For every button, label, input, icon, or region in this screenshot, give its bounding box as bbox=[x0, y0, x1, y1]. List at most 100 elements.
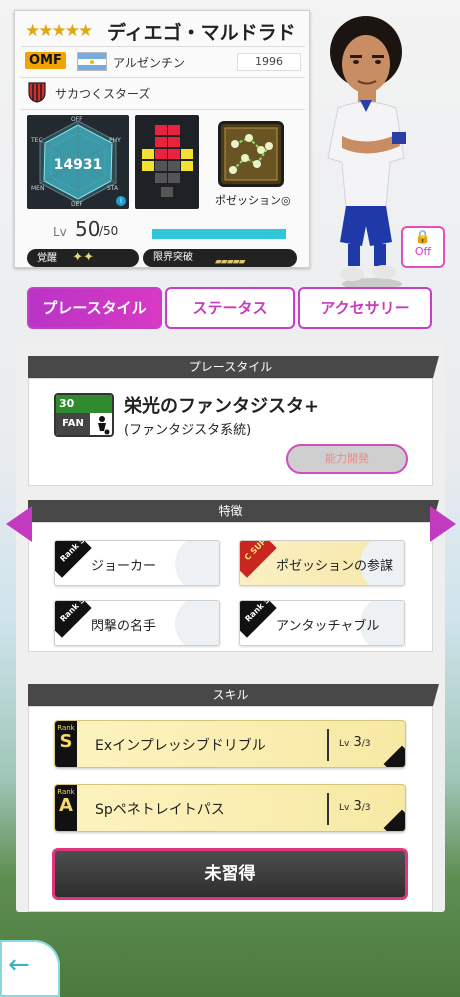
zone-cell bbox=[168, 137, 180, 147]
skill-name: Spペネトレイトパス bbox=[95, 802, 225, 818]
unlearned-button[interactable]: 未習得 bbox=[52, 848, 408, 900]
lock-toggle-label: Off bbox=[414, 245, 432, 258]
tab-status[interactable]: ステータス bbox=[165, 287, 295, 329]
player-card: ★★★★★ ディエゴ・マルドラド OMF アルゼンチン 1996 サカつくスター… bbox=[14, 10, 310, 268]
skill-level-label: Lv bbox=[339, 803, 350, 813]
team-crest-icon bbox=[28, 82, 46, 103]
zone-cell bbox=[161, 187, 173, 197]
trait-card[interactable]: Rank S 閃撃の名手 bbox=[54, 600, 220, 646]
divider bbox=[327, 793, 329, 825]
trait-card[interactable]: Rank S アンタッチャブル bbox=[239, 600, 405, 646]
skill-rank: S bbox=[59, 731, 73, 752]
play-style-fan-label: FAN bbox=[56, 413, 90, 435]
zone-cell bbox=[168, 149, 180, 159]
zone-cell bbox=[168, 125, 180, 135]
skill-level-max: /3 bbox=[361, 803, 371, 813]
diamond-icon: ✦✦ bbox=[72, 250, 94, 265]
awaken-status: 覚醒 ✦✦ bbox=[27, 249, 139, 267]
play-style-subtitle: (ファンタジスタ系統) bbox=[124, 423, 252, 438]
skill-card[interactable]: Rank A Spペネトレイトパス Lv 3/3 bbox=[54, 784, 406, 832]
nationality: アルゼンチン bbox=[113, 56, 185, 70]
argentina-flag-icon bbox=[77, 52, 107, 71]
zone-cell bbox=[155, 125, 167, 135]
skill-level: Lv 3/3 bbox=[339, 799, 371, 814]
trait-label: ジョーカー bbox=[91, 559, 157, 574]
detail-panel: プレースタイル 30 FAN 栄光のファンタジスタ+ (ファンタジスタ系統) 能… bbox=[16, 342, 445, 912]
zone-cell bbox=[155, 149, 167, 159]
trait-label: ポゼッションの参謀 bbox=[276, 559, 394, 574]
zone-cell bbox=[155, 161, 167, 171]
section-header-traits: 特徴 bbox=[28, 500, 439, 522]
zone-cell bbox=[142, 161, 154, 171]
divider bbox=[21, 109, 305, 110]
possession-tactic-icon[interactable] bbox=[218, 121, 284, 187]
ability-develop-button[interactable]: 能力開発 bbox=[286, 444, 408, 474]
player-silhouette-icon bbox=[98, 416, 110, 435]
zone-cell bbox=[168, 161, 180, 171]
corner-stripe bbox=[383, 745, 405, 767]
divider bbox=[21, 77, 305, 78]
player-name: ディエゴ・マルドラド bbox=[107, 22, 296, 44]
skill-rank-badge: Rank S bbox=[55, 721, 77, 767]
skill-level-label: Lv bbox=[339, 739, 350, 749]
birth-year: 1996 bbox=[237, 53, 301, 71]
radar-label-men: MEN bbox=[31, 185, 45, 192]
level-progress-bar bbox=[152, 229, 286, 239]
back-button[interactable]: ← bbox=[0, 940, 60, 997]
trait-card[interactable]: Rank S ジョーカー bbox=[54, 540, 220, 586]
skill-rank-badge: Rank A bbox=[55, 785, 77, 831]
next-arrow-icon[interactable] bbox=[430, 506, 456, 542]
zone-cell bbox=[155, 137, 167, 147]
tab-play-style[interactable]: プレースタイル bbox=[27, 287, 162, 329]
position-badge: OMF bbox=[25, 52, 66, 69]
divider bbox=[327, 729, 329, 761]
team-name: サカつくスターズ bbox=[55, 87, 151, 101]
skill-level-value: 3 bbox=[353, 799, 362, 814]
previous-arrow-icon[interactable] bbox=[6, 506, 32, 542]
skill-name: Exインプレッシブドリブル bbox=[95, 738, 266, 754]
section-header-play-style: プレースタイル bbox=[28, 356, 439, 378]
trait-label: アンタッチャブル bbox=[276, 619, 380, 634]
radar-label-phy: PHY bbox=[109, 137, 121, 144]
lock-toggle-button[interactable]: 🔒 Off bbox=[401, 226, 445, 268]
total-rating: 14931 bbox=[53, 157, 103, 173]
back-arrow-icon: ← bbox=[8, 950, 30, 980]
trait-card[interactable]: C SUP ポゼッションの参謀 bbox=[239, 540, 405, 586]
zone-cell bbox=[168, 173, 180, 183]
tab-accessory[interactable]: アクセサリー bbox=[298, 287, 432, 329]
limit-break-gauge-icon: ▰▰▰▰▰ bbox=[215, 257, 246, 267]
ball-icon bbox=[175, 601, 219, 645]
zone-cell bbox=[155, 173, 167, 183]
section-header-skills: スキル bbox=[28, 684, 439, 706]
rarity-stars: ★★★★★ bbox=[25, 21, 93, 41]
lock-icon: 🔒 bbox=[414, 230, 432, 245]
radar-label-def: DEF bbox=[71, 201, 83, 208]
zone-cell bbox=[181, 161, 193, 171]
skill-card[interactable]: Rank S Exインプレッシブドリブル Lv 3/3 bbox=[54, 720, 406, 768]
skill-level-value: 3 bbox=[353, 735, 362, 750]
limit-break-label: 限界突破 bbox=[153, 252, 193, 263]
level-max: /50 bbox=[99, 224, 119, 238]
stats-radar[interactable]: OFF TEC PHY MEN STA DEF 14931 i bbox=[27, 115, 129, 209]
trait-label: 閃撃の名手 bbox=[91, 619, 157, 634]
info-icon[interactable]: i bbox=[116, 196, 126, 206]
play-style-number: 30 bbox=[56, 395, 112, 413]
skill-level-max: /3 bbox=[361, 739, 371, 749]
radar-label-tec: TEC bbox=[31, 137, 43, 144]
play-style-title: 栄光のファンタジスタ+ bbox=[124, 396, 320, 417]
play-style-icon: 30 FAN bbox=[54, 393, 114, 437]
skill-level: Lv 3/3 bbox=[339, 735, 371, 750]
radar-label-off: OFF bbox=[71, 116, 83, 123]
level-label: Lv bbox=[53, 225, 67, 239]
zone-cell bbox=[142, 149, 154, 159]
position-map bbox=[135, 115, 199, 209]
zone-cell bbox=[181, 149, 193, 159]
radar-label-sta: STA bbox=[107, 185, 119, 192]
limit-break-status: 限界突破 ▰▰▰▰▰ bbox=[143, 249, 297, 267]
ball-icon bbox=[175, 541, 219, 585]
corner-stripe bbox=[383, 809, 405, 831]
awaken-label: 覚醒 bbox=[37, 253, 57, 264]
tactic-label: ポゼッション◎ bbox=[215, 194, 291, 207]
divider bbox=[21, 46, 305, 47]
level-current: 50 bbox=[75, 217, 101, 241]
